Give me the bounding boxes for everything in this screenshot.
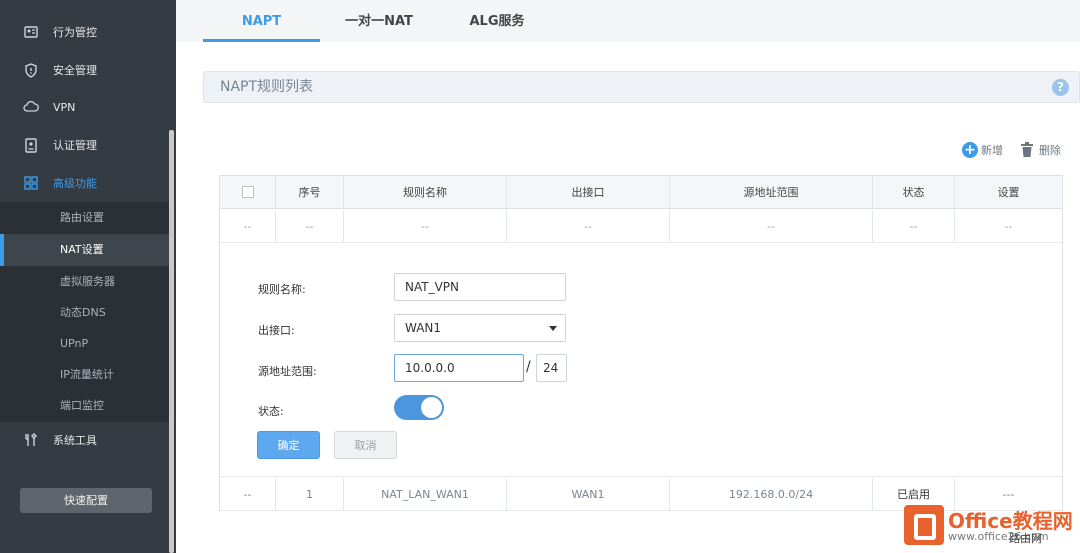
submenu-item-routing[interactable]: 路由设置 (0, 202, 169, 234)
status-toggle[interactable] (394, 395, 444, 420)
nav-item-label: 认证管理 (53, 139, 97, 152)
table-cell: -- (507, 210, 670, 242)
add-label: 新增 (981, 144, 1003, 157)
table-cell: -- (344, 210, 507, 242)
trash-icon (1021, 142, 1033, 157)
interface-select[interactable]: WAN1 (394, 314, 566, 342)
table-cell: -- (873, 210, 955, 242)
watermark-corner: 路由网 (1009, 532, 1042, 545)
section-header: NAPT规则列表 ? (203, 71, 1080, 103)
delete-button[interactable]: 删除 (1020, 140, 1061, 160)
nav-item-advanced[interactable]: 高级功能 (0, 165, 169, 201)
office-logo-icon (904, 505, 944, 545)
column-header: 源地址范围 (670, 176, 873, 208)
tools-icon (23, 432, 39, 448)
nav-item-label: 高级功能 (53, 177, 97, 190)
rule-name-input[interactable]: NAT_VPN (394, 273, 566, 301)
source-ip-input[interactable]: 10.0.0.0 (394, 354, 524, 382)
plus-icon: + (962, 142, 978, 158)
table-row-empty: -- -- -- -- -- -- -- (220, 210, 1062, 243)
behavior-icon (23, 24, 39, 40)
table-header: 序号 规则名称 出接口 源地址范围 状态 设置 (220, 176, 1062, 209)
table-cell: -- (276, 210, 344, 242)
nav-item-label: 系统工具 (53, 434, 97, 447)
column-header: 序号 (276, 176, 344, 208)
source-range-label: 源地址范围: (258, 365, 317, 378)
confirm-button[interactable]: 确定 (257, 431, 320, 459)
grid-icon (23, 175, 39, 191)
rule-name-label: 规则名称: (258, 283, 306, 296)
submenu-item-nat[interactable]: NAT设置 (0, 234, 169, 266)
column-header: 规则名称 (344, 176, 507, 208)
submenu-item-ddns[interactable]: 动态DNS (0, 297, 169, 329)
auth-icon (23, 137, 39, 153)
nav-item-behavior[interactable]: 行为管控 (0, 14, 169, 50)
table-cell: -- (220, 210, 276, 242)
delete-label: 删除 (1039, 144, 1061, 157)
nav-item-vpn[interactable]: VPN (0, 89, 169, 125)
table-cell: 1 (276, 478, 344, 510)
status-label: 状态: (258, 405, 284, 418)
submenu-advanced: 路由设置 NAT设置 虚拟服务器 动态DNS UPnP IP流量统计 端口监控 (0, 202, 169, 422)
submenu-item-ip-traffic[interactable]: IP流量统计 (0, 359, 169, 391)
napt-rule-table: 序号 规则名称 出接口 源地址范围 状态 设置 -- -- -- -- -- -… (219, 175, 1063, 511)
source-mask-input[interactable]: 24 (536, 354, 567, 382)
select-all-checkbox[interactable] (241, 186, 254, 198)
nav-item-label: 安全管理 (53, 64, 97, 77)
cloud-vpn-icon (23, 99, 39, 115)
header-select-all[interactable] (220, 176, 276, 208)
table-cell: NAT_LAN_WAN1 (344, 478, 507, 510)
submenu-item-port-monitor[interactable]: 端口监控 (0, 390, 169, 422)
source-range-separator: / (526, 359, 531, 375)
sidebar: 行为管控 安全管理 VPN 认证管理 高级功能 路由设置 NAT设置 虚拟服务器… (0, 0, 176, 553)
rule-edit-form: 规则名称: NAT_VPN 出接口: WAN1 源地址范围: 10.0.0.0 … (220, 243, 1062, 477)
table-cell: -- (670, 210, 873, 242)
interface-label: 出接口: (258, 324, 295, 337)
submenu-item-upnp[interactable]: UPnP (0, 328, 169, 360)
add-button[interactable]: + 新增 (962, 140, 1003, 160)
column-header: 状态 (873, 176, 955, 208)
nav-item-label: VPN (53, 100, 76, 114)
cancel-button[interactable]: 取消 (334, 431, 397, 459)
nav-item-label: 行为管控 (53, 26, 97, 39)
sidebar-scrollbar[interactable] (169, 130, 174, 553)
nav-item-security[interactable]: 安全管理 (0, 52, 169, 88)
submenu-item-virtual-server[interactable]: 虚拟服务器 (0, 266, 169, 298)
table-cell: -- (1004, 219, 1013, 233)
column-header: 出接口 (507, 176, 670, 208)
section-title: NAPT规则列表 (220, 79, 314, 95)
nav-item-auth[interactable]: 认证管理 (0, 127, 169, 163)
tab-alg[interactable]: ALG服务 (438, 0, 556, 42)
tab-one-to-one-nat[interactable]: 一对一NAT (322, 0, 436, 42)
chevron-down-icon (549, 326, 557, 331)
toggle-knob (421, 397, 442, 418)
watermark: Office教程网 www.office26.com 路由网 (904, 503, 1074, 549)
main-content: NAPT 一对一NAT ALG服务 NAPT规则列表 ? + 新增 删除 序号 … (176, 0, 1080, 553)
table-cell: -- (220, 478, 276, 510)
tab-napt[interactable]: NAPT (203, 0, 320, 42)
shield-icon (23, 62, 39, 78)
column-header: 设置 (997, 186, 1020, 199)
help-icon[interactable]: ? (1052, 79, 1069, 96)
nav-item-system-tools[interactable]: 系统工具 (0, 422, 169, 458)
interface-select-value: WAN1 (405, 321, 442, 335)
table-cell: WAN1 (507, 478, 670, 510)
table-cell: 192.168.0.0/24 (670, 478, 873, 510)
quick-config-button[interactable]: 快速配置 (20, 488, 152, 513)
tab-bar: NAPT 一对一NAT ALG服务 (176, 0, 1080, 42)
